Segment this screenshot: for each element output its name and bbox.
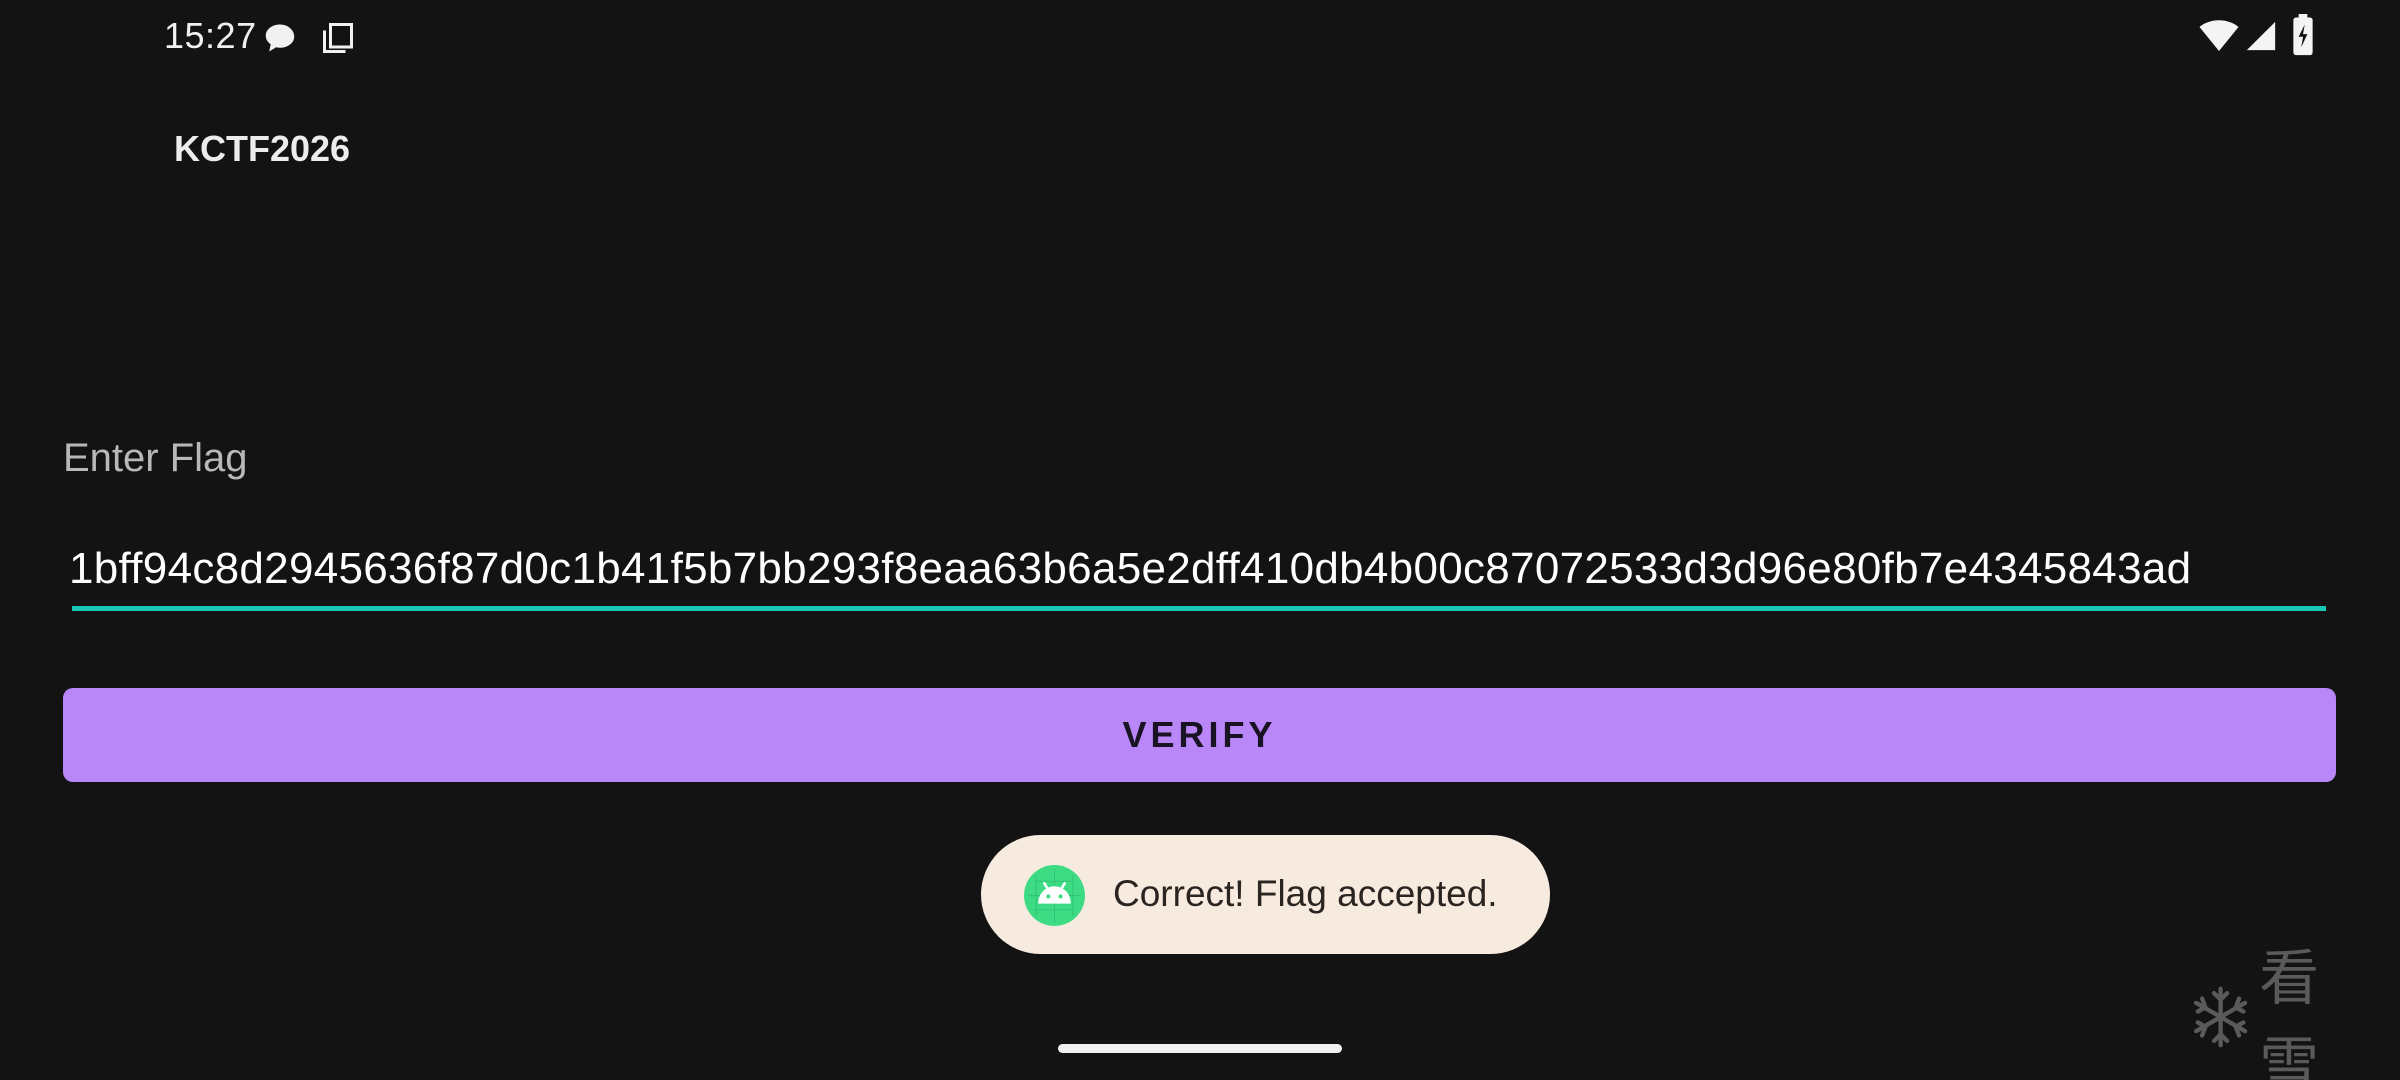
flag-input-value[interactable]: 1bff94c8d2945636f87d0c1b41f5b7bb293f8eaa… bbox=[69, 544, 2331, 594]
toast-message: Correct! Flag accepted. bbox=[981, 835, 1550, 954]
flag-input-label: Enter Flag bbox=[63, 436, 248, 480]
toast-text: Correct! Flag accepted. bbox=[1113, 873, 1498, 914]
status-bar: 15:27 bbox=[0, 0, 2400, 72]
app-title: KCTF2026 bbox=[174, 128, 351, 169]
watermark-text: 看雪 bbox=[2259, 944, 2322, 1080]
copy-icon bbox=[323, 23, 353, 53]
flag-input[interactable]: 1bff94c8d2945636f87d0c1b41f5b7bb293f8eaa… bbox=[63, 532, 2327, 616]
battery-charging-icon bbox=[2293, 14, 2313, 56]
input-underline bbox=[72, 606, 2326, 611]
verify-button-label: VERIFY bbox=[1122, 714, 1277, 755]
android-icon bbox=[1024, 865, 1085, 926]
cell-signal-icon bbox=[2246, 21, 2276, 51]
wifi-icon bbox=[2199, 20, 2239, 51]
watermark: 看雪 bbox=[2188, 944, 2378, 1080]
app-screen: 15:27 KCTF2026 Enter Flag 1bff94c8d29456… bbox=[0, 0, 2400, 1080]
status-time: 15:27 bbox=[164, 15, 257, 56]
gesture-nav-handle[interactable] bbox=[1058, 1044, 1342, 1053]
chat-bubble-icon bbox=[265, 24, 295, 52]
verify-button[interactable]: VERIFY bbox=[63, 688, 2336, 782]
snowflake-icon bbox=[2193, 986, 2248, 1048]
